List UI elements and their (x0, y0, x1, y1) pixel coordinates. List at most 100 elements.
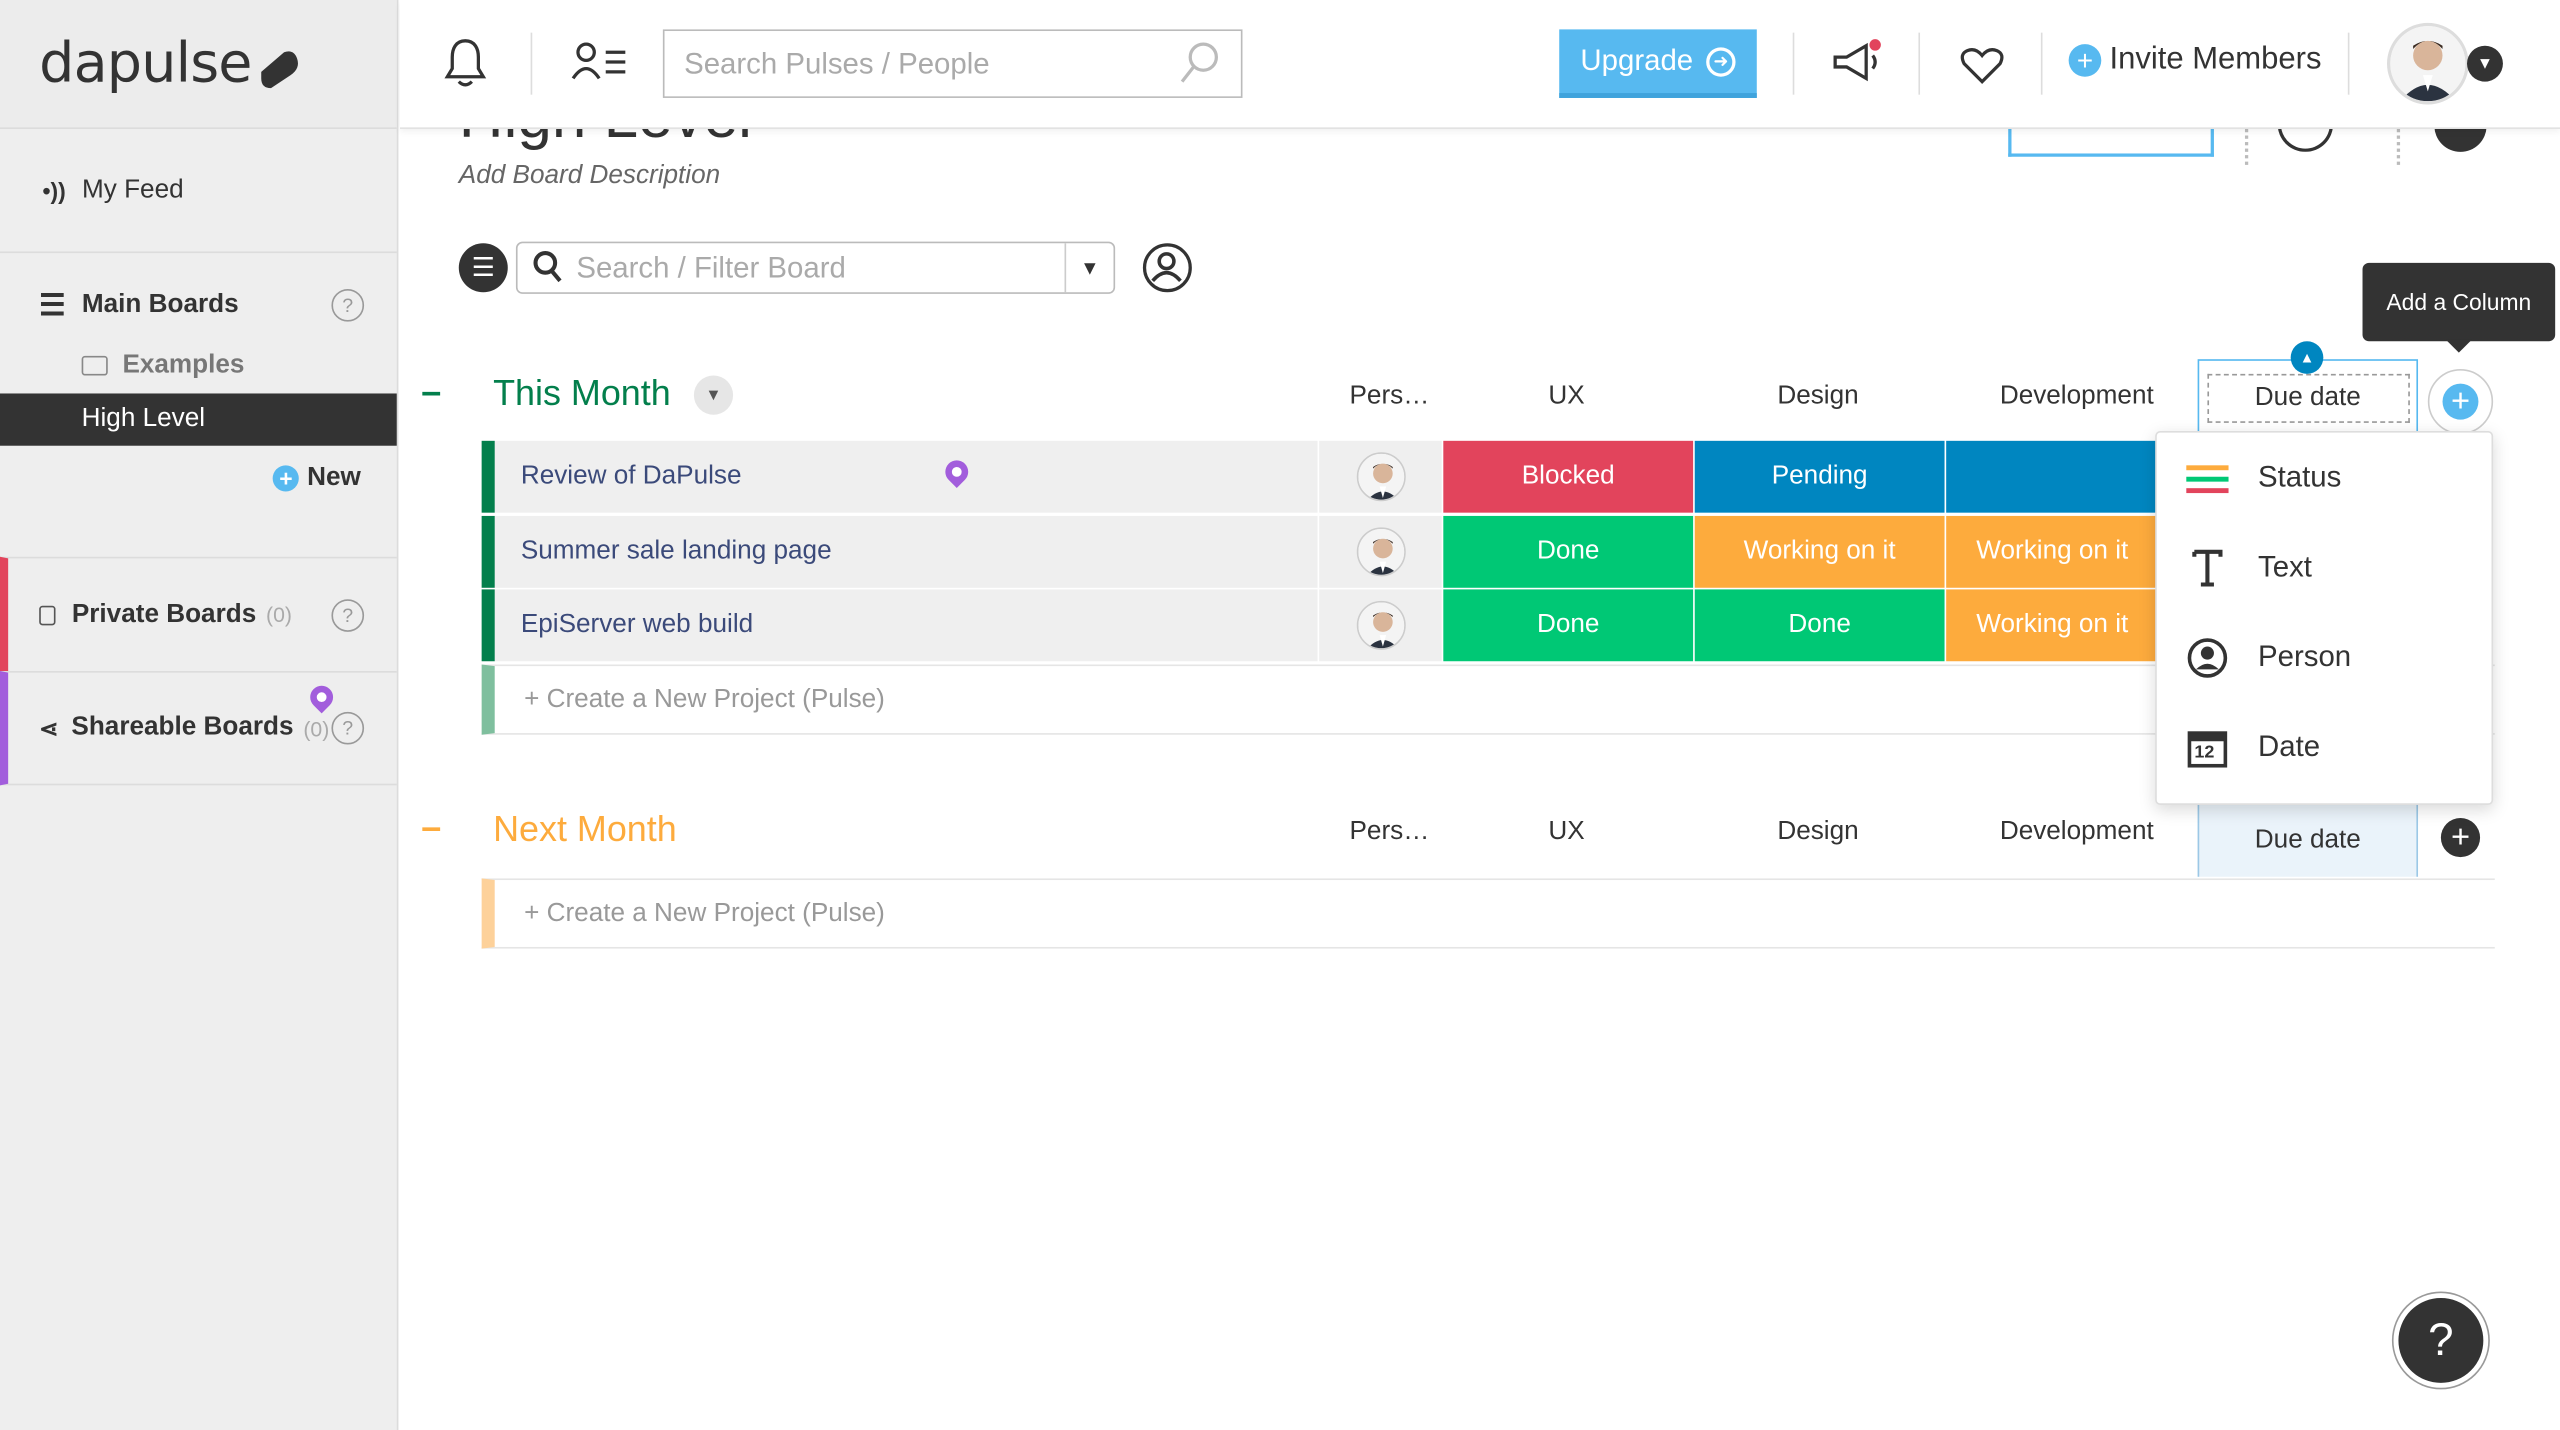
create-pulse-input[interactable]: + Create a New Project (Pulse) (481, 878, 2495, 949)
invite-members-button[interactable]: + Invite Members (2068, 42, 2321, 78)
upgrade-button[interactable]: Upgrade ➜ (1559, 29, 1757, 98)
my-feed-link[interactable]: •)) My Feed (0, 129, 397, 254)
avatar (1355, 600, 1405, 650)
chevron-down-icon[interactable]: ▼ (693, 375, 734, 415)
folder-examples[interactable]: Examples (0, 338, 397, 394)
person-glyph (1151, 252, 1182, 283)
help-icon[interactable]: ? (331, 711, 365, 745)
add-column-button[interactable]: + (2440, 817, 2481, 858)
divider (2244, 128, 2249, 165)
search-placeholder: Search Pulses / People (684, 46, 990, 80)
column-header-person[interactable]: Pers… (1324, 818, 1455, 847)
board-description[interactable]: Add Board Description (459, 162, 720, 191)
group-collapse-button[interactable]: – (421, 807, 441, 849)
sidebar-item-high-level[interactable]: High Level (0, 393, 397, 446)
private-boards-section[interactable]: Private Boards (0) ? (0, 556, 397, 672)
column-header-ux[interactable]: UX (1442, 818, 1692, 847)
divider (2396, 128, 2401, 165)
person-cell[interactable] (1319, 440, 1442, 513)
menu-item-person[interactable]: Person (2157, 612, 2492, 702)
folder-icon (81, 355, 108, 376)
upgrade-label: Upgrade (1580, 44, 1694, 77)
app-root: dapulse •)) My Feed ☰ Main Boards ? Exam… (0, 0, 2560, 1430)
status-cell-development[interactable]: Working on it (1946, 515, 2159, 588)
help-icon[interactable]: ? (331, 288, 365, 322)
pulse-name[interactable]: Summer sale landing page (481, 515, 1318, 588)
board-main: High Level Add Board Description ☰ Searc… (400, 112, 2560, 1430)
menu-item-label: Date (2258, 729, 2321, 763)
status-cell-design[interactable]: Working on it (1694, 515, 1945, 588)
add-column-button[interactable]: + (2427, 368, 2494, 435)
menu-item-label: Person (2258, 640, 2352, 673)
status-cell-ux[interactable]: Done (1443, 515, 1694, 588)
global-search-input[interactable]: Search Pulses / People (662, 29, 1243, 98)
notification-dot (1869, 39, 1881, 51)
shareable-boards-section[interactable]: ⋖ Shareable Boards (0) ? (0, 671, 397, 786)
help-icon[interactable]: ? (331, 598, 365, 632)
help-button[interactable]: ? (2393, 1293, 2489, 1388)
column-header-design[interactable]: Design (1693, 818, 1943, 847)
pulse-name[interactable]: EpiServer web build (481, 589, 1318, 662)
menu-item-date[interactable]: 12 Date (2157, 702, 2492, 792)
group-title[interactable]: This Month (493, 372, 671, 414)
hamburger-icon: ☰ (39, 288, 66, 321)
board-menu-icon[interactable]: ☰ (458, 243, 508, 293)
status-cell-design[interactable]: Pending (1694, 440, 1945, 513)
main-boards-section: ☰ Main Boards ? Examples High Level + Ne… (0, 253, 397, 714)
column-header-design[interactable]: Design (1693, 382, 1943, 411)
menu-item-text[interactable]: Text (2157, 522, 2492, 612)
column-header-person[interactable]: Pers… (1324, 382, 1455, 411)
status-cell-ux[interactable]: Done (1443, 589, 1694, 662)
shareable-boards-label: Shareable Boards (71, 713, 294, 742)
lock-icon (39, 604, 56, 625)
group-title[interactable]: Next Month (493, 808, 677, 850)
status-cell-development[interactable]: Working on it (1946, 589, 2159, 662)
divider (1792, 32, 1795, 95)
menu-item-status[interactable]: Status (2157, 433, 2492, 523)
chevron-up-icon[interactable]: ▲ (2290, 341, 2324, 374)
status-cell-ux[interactable]: Blocked (1443, 440, 1694, 513)
person-icon (2186, 636, 2228, 678)
user-avatar[interactable] (2387, 22, 2469, 105)
folder-label: Examples (122, 351, 245, 379)
divider (1918, 32, 1921, 95)
new-board-button[interactable]: + New (0, 446, 397, 511)
top-bar: Search Pulses / People Upgrade ➜ + Invit… (400, 0, 2560, 129)
people-list-icon[interactable] (570, 39, 629, 85)
bell-icon[interactable] (442, 36, 488, 92)
due-date-label: Due date (2206, 373, 2410, 423)
column-header-development[interactable]: Development (1945, 818, 2209, 847)
status-cell-design[interactable]: Done (1694, 589, 1945, 662)
logo[interactable]: dapulse (0, 0, 397, 129)
menu-item-label: Status (2258, 460, 2342, 494)
date-icon: 12 (2186, 726, 2228, 768)
filter-placeholder: Search / Filter Board (576, 250, 846, 284)
main-boards-header[interactable]: ☰ Main Boards ? (0, 273, 397, 338)
person-cell[interactable] (1319, 515, 1442, 588)
menu-item-label: Text (2258, 550, 2312, 583)
status-cell-development[interactable] (1946, 440, 2159, 513)
filter-board-input[interactable]: Search / Filter Board ▼ (515, 241, 1116, 294)
column-header-development[interactable]: Development (1945, 382, 2209, 411)
column-header-due-date[interactable]: Due date (2197, 804, 2419, 877)
add-column-tooltip: Add a Column (2362, 262, 2556, 353)
avatar (1355, 452, 1405, 502)
private-boards-count: (0) (266, 602, 292, 627)
arrow-right-circle-icon: ➜ (1706, 46, 1736, 76)
add-column-menu: Status Text Person 12 Date (2155, 431, 2494, 805)
chevron-down-icon[interactable]: ▼ (2467, 45, 2503, 82)
column-header-ux[interactable]: UX (1442, 382, 1692, 411)
search-icon (1180, 42, 1218, 83)
avatar-photo (2390, 26, 2466, 102)
group-collapse-button[interactable]: – (421, 371, 441, 413)
share-icon: ⋖ (39, 714, 59, 741)
caret-down-icon[interactable]: ▼ (1064, 243, 1114, 293)
avatar (1355, 527, 1405, 577)
pulse-name[interactable]: Review of DaPulse (481, 440, 1318, 513)
plus-icon: + (2068, 44, 2102, 77)
person-filter-icon[interactable] (1142, 243, 1192, 293)
shareable-boards-count: (0) (303, 715, 330, 741)
heart-icon[interactable] (1959, 46, 2005, 85)
board-label: High Level (81, 404, 206, 433)
person-cell[interactable] (1319, 589, 1442, 662)
